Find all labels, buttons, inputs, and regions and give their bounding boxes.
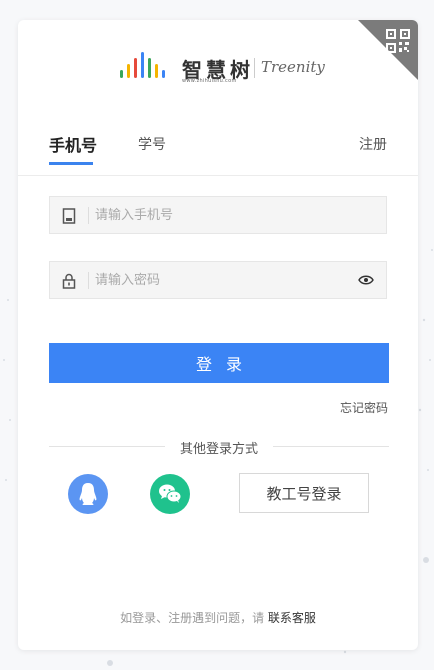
- phone-icon: [62, 208, 76, 224]
- field-divider: [88, 207, 89, 224]
- qq-login-button[interactable]: [68, 474, 108, 514]
- forgot-password-link[interactable]: 忘记密码: [340, 399, 388, 416]
- password-field: [49, 261, 387, 299]
- logo-bar: [141, 52, 144, 78]
- logo-english-text: Treenity: [261, 58, 325, 76]
- logo-divider: [254, 58, 255, 78]
- logo-bar: [134, 58, 137, 78]
- eye-icon[interactable]: [358, 274, 374, 286]
- footer-text: 如登录、注册遇到问题，请: [120, 611, 268, 625]
- active-tab-underline: [49, 162, 93, 165]
- phone-input[interactable]: [95, 197, 345, 233]
- qr-login-toggle[interactable]: [358, 20, 418, 80]
- login-button[interactable]: 登录: [49, 343, 389, 383]
- field-divider: [88, 272, 89, 289]
- lock-icon: [62, 273, 76, 289]
- logo-bar: [127, 64, 130, 78]
- contact-support-link[interactable]: 联系客服: [268, 611, 316, 625]
- wechat-login-button[interactable]: [150, 474, 190, 514]
- logo-bar: [162, 70, 165, 78]
- login-tabs: 手机号 学号 注册: [18, 120, 418, 176]
- logo-bar: [120, 70, 123, 78]
- help-footer: 如登录、注册遇到问题，请 联系客服: [18, 609, 418, 626]
- logo-bar: [155, 64, 158, 78]
- logo-url: www.zhihuishu.com: [182, 78, 237, 84]
- other-login-methods-label: 其他登录方式: [179, 442, 258, 457]
- wechat-icon: [159, 484, 182, 503]
- logo-bar: [148, 58, 151, 78]
- tab-student-id[interactable]: 学号: [138, 134, 166, 154]
- password-input[interactable]: [95, 262, 345, 298]
- logo-bars-icon: [120, 52, 165, 78]
- tab-phone[interactable]: 手机号: [49, 132, 97, 156]
- qq-icon: [79, 483, 97, 505]
- other-login-methods-divider: 其他登录方式: [49, 436, 389, 457]
- qr-code-icon: [386, 29, 410, 53]
- login-card: 智慧树 www.zhihuishu.com Treenity 手机号 学号 注册…: [18, 20, 418, 650]
- staff-id-login-button[interactable]: 教工号登录: [239, 473, 369, 513]
- phone-field: [49, 196, 387, 234]
- zhihuishu-logo: 智慧树 www.zhihuishu.com Treenity: [118, 50, 328, 86]
- register-link[interactable]: 注册: [359, 134, 387, 154]
